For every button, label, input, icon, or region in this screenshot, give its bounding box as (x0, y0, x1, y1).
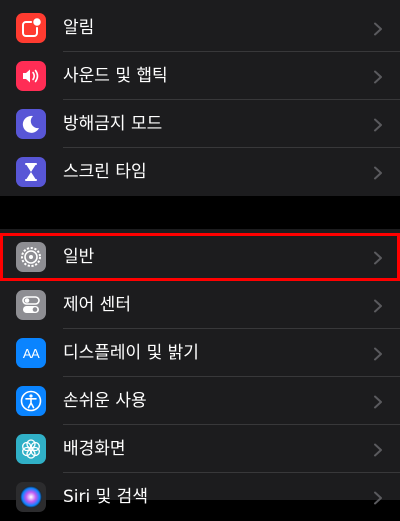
chevron-right-icon (374, 166, 382, 180)
row-label: 손쉬운 사용 (63, 391, 147, 411)
chevron-right-icon (374, 347, 382, 361)
chevron-right-icon (374, 491, 382, 505)
accessibility-icon (16, 386, 46, 416)
chevron-right-icon (374, 443, 382, 457)
settings-row-accessibility[interactable]: 손쉬운 사용 (0, 377, 400, 425)
row-label: 배경화면 (63, 439, 126, 459)
row-label: Siri 및 검색 (63, 487, 148, 507)
row-label: 제어 센터 (63, 295, 131, 315)
row-label: 사운드 및 햅틱 (63, 66, 168, 86)
settings-group-notifications: 알림 사운드 및 햅틱 방해금지 모드 스크린 타임 (0, 0, 400, 196)
chevron-right-icon (374, 118, 382, 132)
text-size-icon: AA (16, 338, 46, 368)
settings-row-display-brightness[interactable]: AA 디스플레이 및 밝기 (0, 329, 400, 377)
settings-row-general[interactable]: 일반 (0, 233, 400, 281)
speaker-icon (16, 61, 46, 91)
moon-icon (16, 109, 46, 139)
chevron-right-icon (374, 251, 382, 265)
chevron-right-icon (374, 395, 382, 409)
settings-row-notifications[interactable]: 알림 (0, 4, 400, 52)
row-label: 스크린 타임 (63, 162, 147, 182)
settings-row-sounds[interactable]: 사운드 및 햅틱 (0, 52, 400, 100)
settings-row-do-not-disturb[interactable]: 방해금지 모드 (0, 100, 400, 148)
text-size-glyph: AA (22, 345, 40, 361)
settings-group-general: 일반 제어 센터 AA 디스플레이 및 밝기 손쉬운 사용 배경화면 Siri … (0, 229, 400, 512)
hourglass-icon (16, 157, 46, 187)
row-label: 알림 (63, 18, 95, 38)
notifications-icon (16, 13, 46, 43)
settings-row-siri-search[interactable]: Siri 및 검색 (0, 473, 400, 521)
row-label: 일반 (63, 247, 95, 267)
settings-row-wallpaper[interactable]: 배경화면 (0, 425, 400, 473)
flower-icon (16, 434, 46, 464)
row-label: 방해금지 모드 (63, 114, 163, 134)
settings-row-screen-time[interactable]: 스크린 타임 (0, 148, 400, 196)
gear-icon (16, 242, 46, 272)
chevron-right-icon (374, 70, 382, 84)
settings-row-control-center[interactable]: 제어 센터 (0, 281, 400, 329)
row-label: 디스플레이 및 밝기 (63, 343, 199, 363)
chevron-right-icon (374, 299, 382, 313)
toggles-icon (16, 290, 46, 320)
chevron-right-icon (374, 22, 382, 36)
siri-icon (16, 482, 46, 512)
